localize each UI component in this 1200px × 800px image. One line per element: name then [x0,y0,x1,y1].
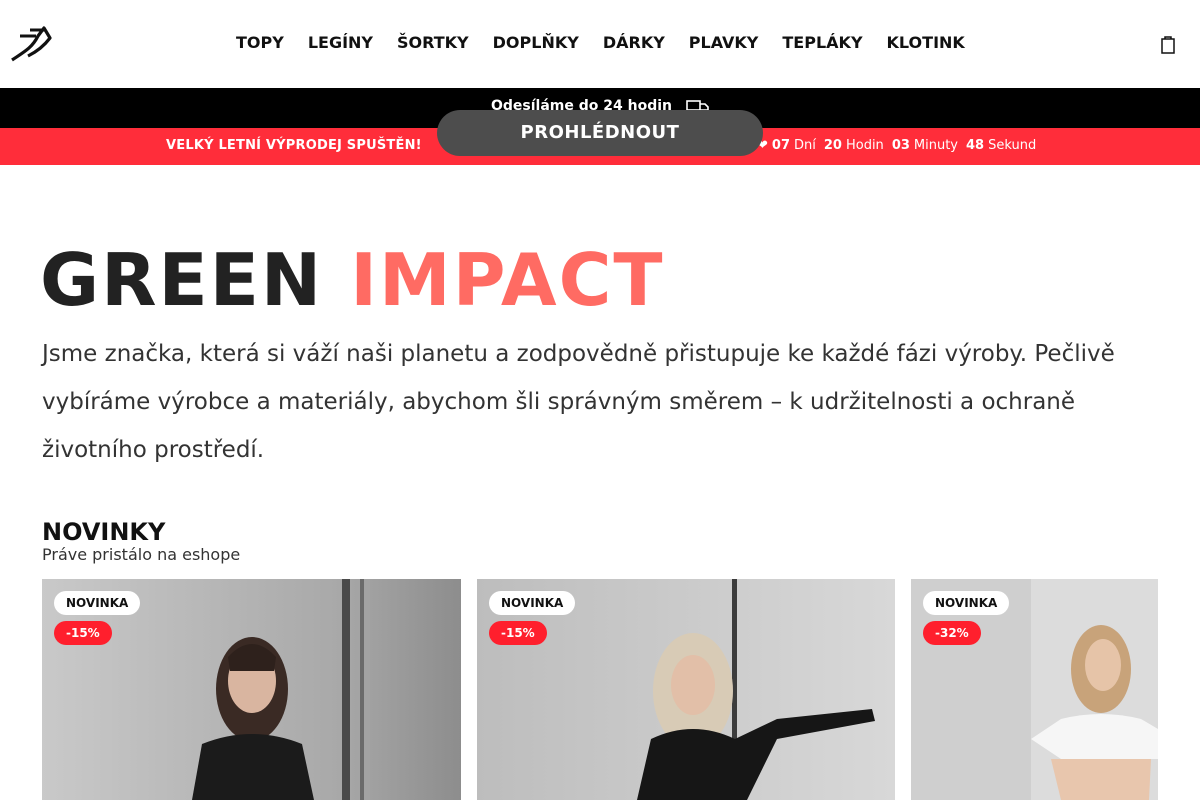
main-nav: TOPY LEGÍNY ŠORTKY DOPLŇKY DÁRKY PLAVKY … [224,31,977,55]
hero-title: GREEN IMPACT [40,238,665,322]
nav-item-topy[interactable]: TOPY [224,31,296,55]
badge-new: NOVINKA [923,591,1010,615]
countdown-seconds: 48 [966,138,985,153]
nav-item-plavky[interactable]: PLAVKY [677,31,771,55]
hero-description: Jsme značka, která si váží naši planetu … [42,341,1115,463]
hero-title-part2: IMPACT [350,238,665,322]
countdown-seconds-label: Sekund [988,138,1037,153]
badge-discount: -15% [489,621,547,645]
nav-item-sortky[interactable]: ŠORTKY [385,31,481,55]
nav-item-klotink[interactable]: KLOTINK [875,31,977,55]
product-card[interactable]: NOVINKA -32% [911,579,1158,800]
countdown-hours-label: Hodin [845,138,884,153]
countdown-hours: 20 [823,138,842,153]
sale-headline: VELKÝ LETNÍ VÝPRODEJ SPUŠTĚN! [166,138,422,153]
product-carousel: NOVINKA -15% NOVINKA -15% NOVINKA -32% [42,579,1158,800]
product-card[interactable]: NOVINKA -15% [477,579,895,800]
section-title: NOVINKY [42,518,166,546]
site-header: TOPY LEGÍNY ŠORTKY DOPLŇKY DÁRKY PLAVKY … [0,0,1200,88]
badge-discount: -15% [54,621,112,645]
badge-new: NOVINKA [54,591,141,615]
section-subtitle: Práve pristálo na eshope [42,545,241,564]
countdown: ❤ 07 Dní 20 Hodin 03 Minuty 48 Sekund [757,138,1040,153]
hero-title-part1: GREEN [40,238,324,322]
badge-new: NOVINKA [489,591,576,615]
nav-item-darky[interactable]: DÁRKY [591,31,677,55]
nav-item-doplnky[interactable]: DOPLŇKY [481,31,591,55]
nav-item-teplaky[interactable]: TEPLÁKY [770,31,874,55]
countdown-days: 07 [771,138,790,153]
badge-discount: -32% [923,621,981,645]
brand-logo[interactable] [10,26,54,62]
countdown-days-label: Dní [794,138,816,153]
countdown-minutes: 03 [891,138,910,153]
cart-icon[interactable] [1158,34,1178,56]
product-card[interactable]: NOVINKA -15% [42,579,461,800]
nav-item-leginy[interactable]: LEGÍNY [296,31,385,55]
browse-button[interactable]: PROHLÉDNOUT [437,110,763,156]
countdown-minutes-label: Minuty [913,138,959,153]
